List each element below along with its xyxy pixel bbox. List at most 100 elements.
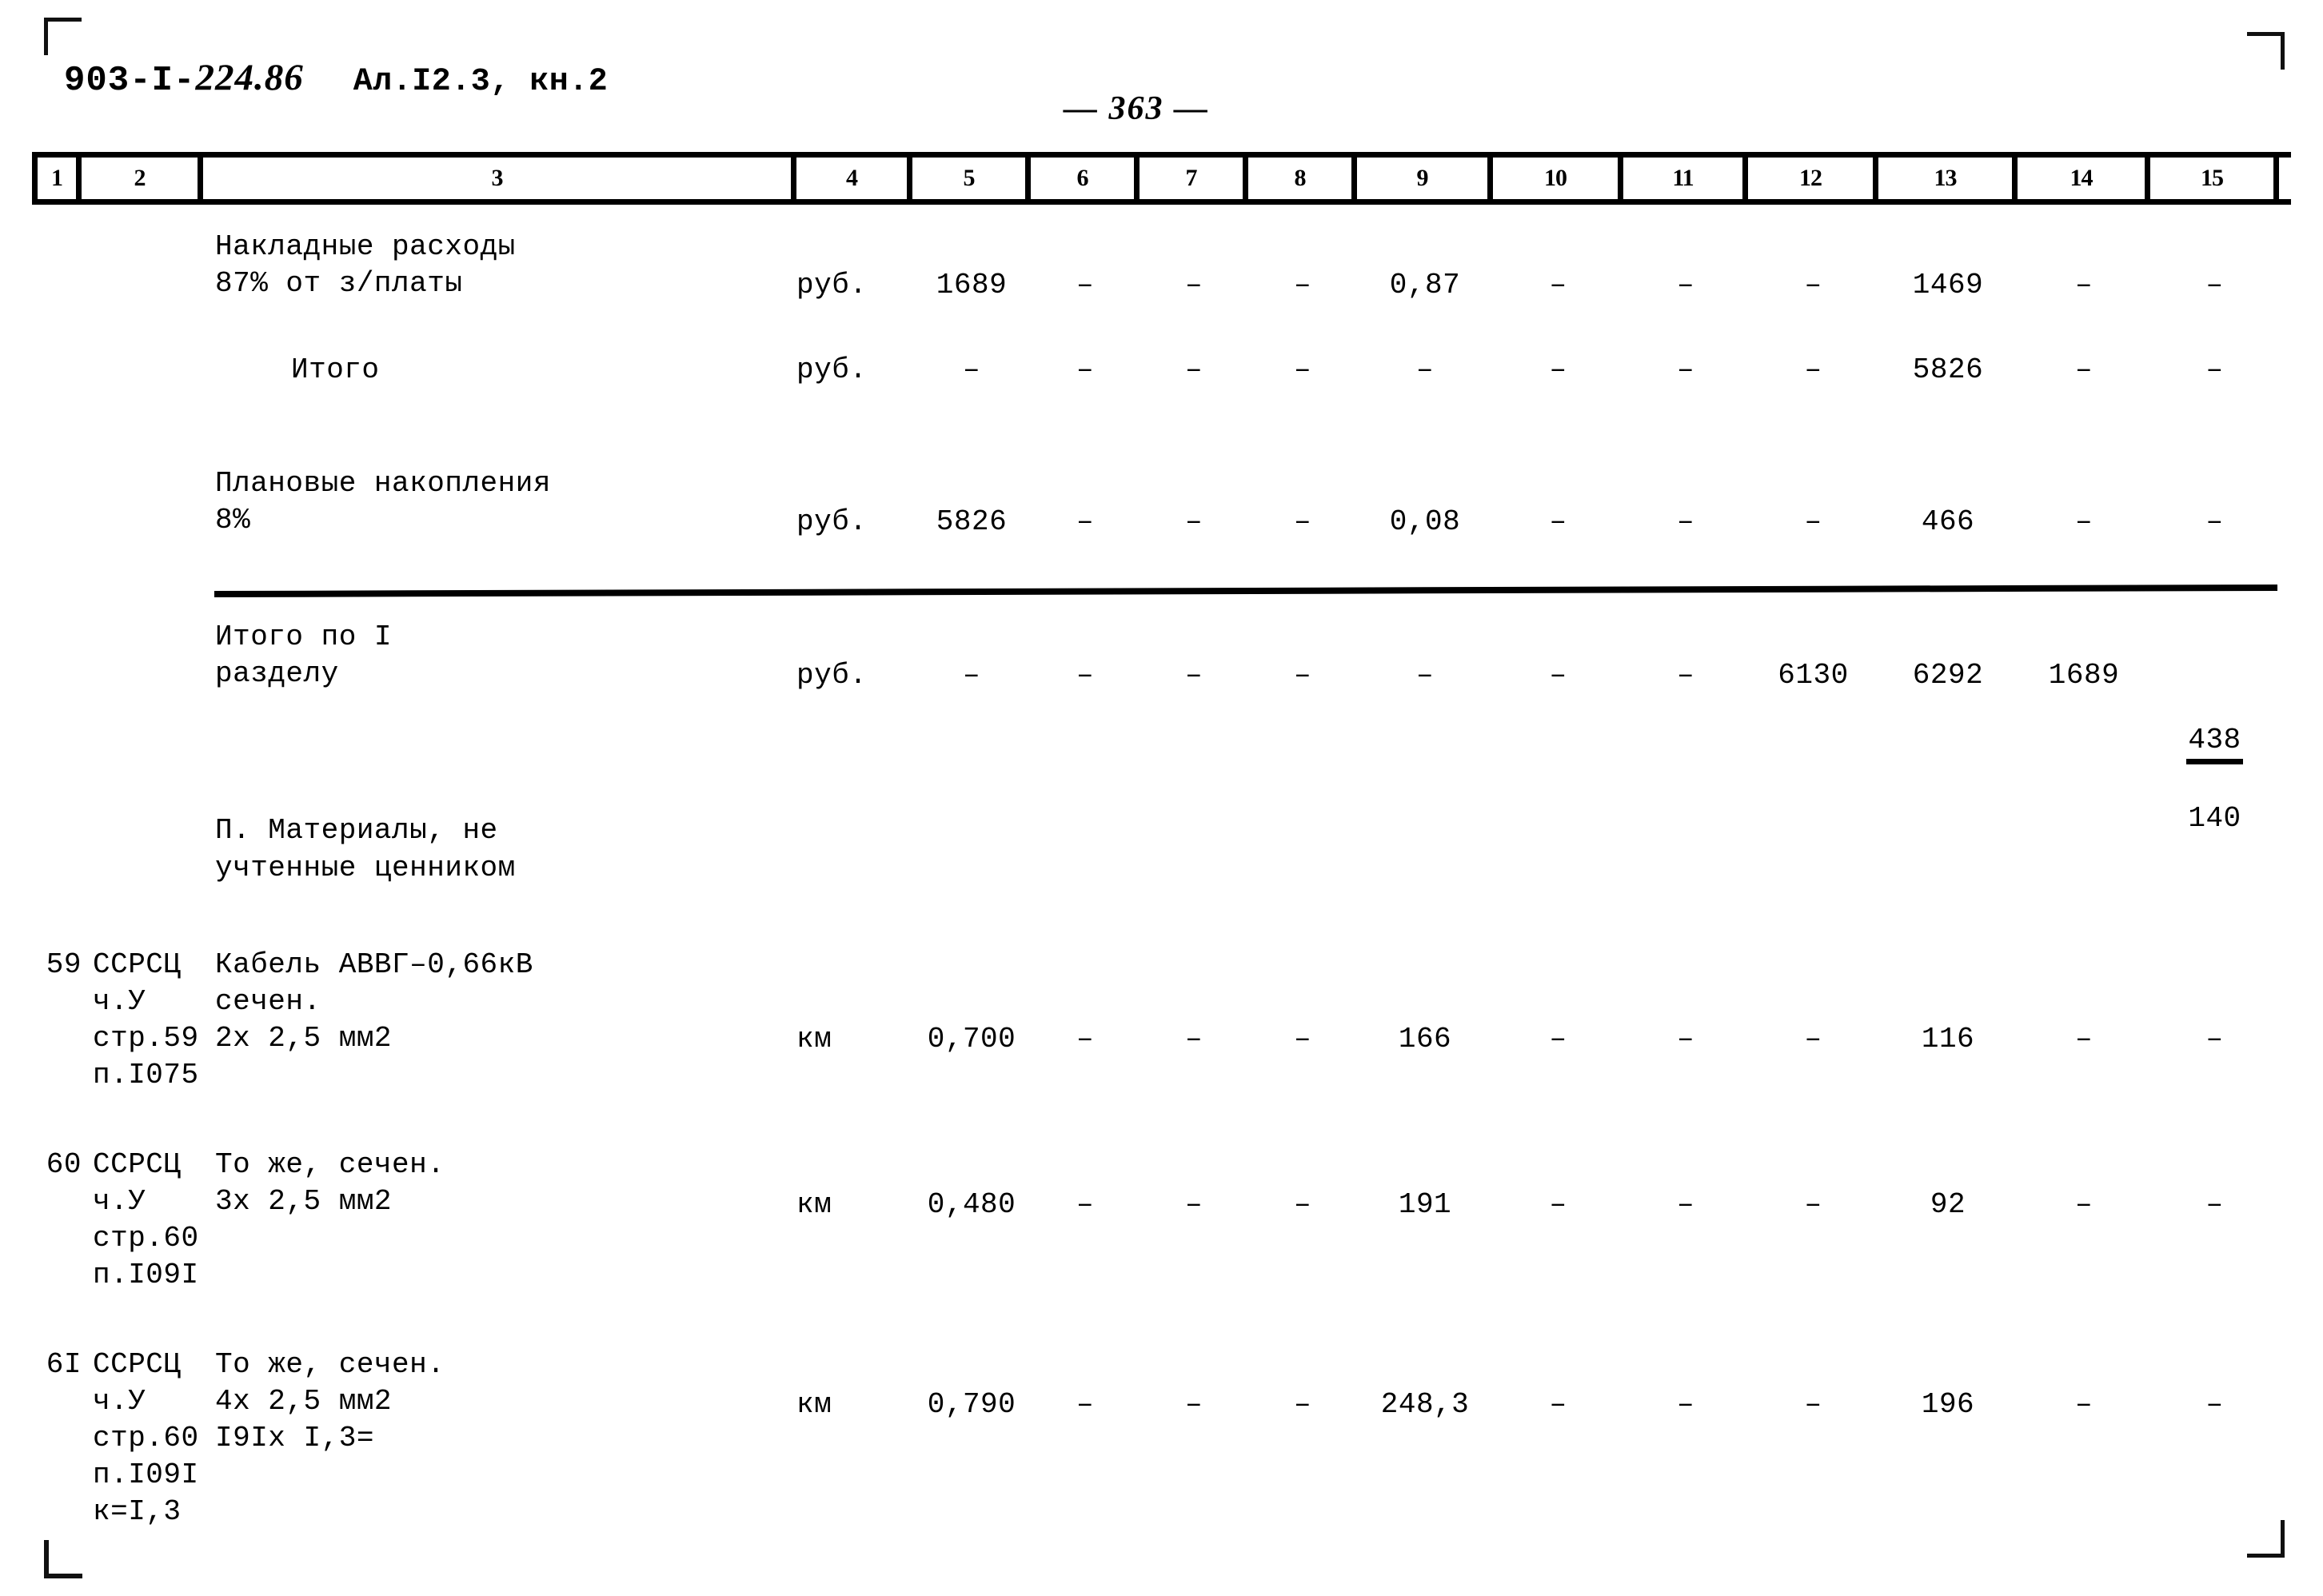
value-col-10: –: [1549, 269, 1567, 301]
value-col-15: –: [2205, 269, 2224, 301]
source-reference: ССРСЦ ч.У стр.60 п.I09I к=I,3: [93, 1347, 199, 1528]
value-col-6: –: [1076, 1387, 1095, 1421]
value-col-8: –: [1293, 1387, 1312, 1421]
column-number-15: 15: [2150, 158, 2279, 199]
column-number-1: 1: [32, 158, 82, 199]
unit-of-measure: км: [796, 1022, 832, 1055]
value-col-9: –: [1415, 659, 1435, 692]
column-number-12: 12: [1748, 158, 1878, 199]
table-row: Накладные расходы 87% от з/платы руб. 16…: [32, 227, 2291, 317]
value-col-8: –: [1293, 1022, 1312, 1055]
table-row: 59 ССРСЦ ч.У стр.59 п.I075 Кабель АВВГ–0…: [32, 945, 2291, 1129]
work-description: То же, сечен. 3х 2,5 мм2: [215, 1147, 445, 1218]
value-col-6: –: [1076, 1187, 1095, 1221]
value-col-13: 6292: [1912, 659, 1984, 692]
row-number: 59: [46, 948, 82, 981]
page-number: — 363 —: [1064, 90, 1209, 127]
value-col-6: –: [1076, 1022, 1095, 1055]
row-number: 6I: [46, 1347, 82, 1381]
value-col-7: –: [1184, 505, 1203, 538]
column-number-8: 8: [1248, 158, 1357, 199]
value-col-9: 0,08: [1389, 505, 1461, 538]
value-col-14: –: [2074, 269, 2093, 301]
value-col-5: 1689: [936, 269, 1008, 301]
value-col-6: –: [1076, 505, 1095, 538]
unit-of-measure: км: [796, 1387, 832, 1421]
unit-of-measure: руб.: [796, 659, 868, 692]
value-col-11: –: [1676, 505, 1695, 538]
column-number-4: 4: [796, 158, 912, 199]
value-col-10: –: [1549, 1187, 1567, 1221]
column-number-2: 2: [82, 158, 203, 199]
value-col-9: 0,87: [1389, 269, 1461, 301]
value-col-5: 0,700: [927, 1022, 1016, 1055]
table-row: Итого по I разделу руб. – – – – – – – 61…: [32, 617, 2291, 835]
value-col-13: 116: [1921, 1022, 1975, 1055]
value-col-9: 191: [1398, 1187, 1452, 1221]
value-col-5: –: [962, 353, 981, 386]
unit-of-measure: руб.: [796, 353, 868, 386]
value-col-8: –: [1293, 1187, 1312, 1221]
table-body: Накладные расходы 87% от з/платы руб. 16…: [32, 216, 2291, 1553]
project-code-revision: 224.86: [195, 57, 304, 98]
work-description: Итого по I разделу: [215, 620, 393, 691]
spacer-col-1: [32, 812, 82, 814]
row-number: [32, 464, 82, 465]
value-col-11: –: [1676, 659, 1695, 692]
column-number-9: 9: [1357, 158, 1493, 199]
value-col-12: –: [1804, 353, 1822, 386]
value-col-11: –: [1676, 269, 1695, 301]
value-col-5: 0,790: [927, 1387, 1016, 1421]
unit-of-measure: руб.: [796, 269, 868, 301]
table-row: 6I ССРСЦ ч.У стр.60 п.I09I к=I,3 То же, …: [32, 1345, 2291, 1553]
project-code: 903-I-: [64, 61, 196, 101]
section-heading-row: П. Материалы, не учтенные ценником: [32, 812, 2291, 888]
value-col-12: 6130: [1778, 659, 1849, 692]
value-col-7: –: [1184, 1387, 1203, 1421]
document-page: 903-I-224.86 Ал.I2.3, кн.2 — 363 — 1 2 3 …: [0, 0, 2323, 1596]
value-col-10: –: [1549, 353, 1567, 386]
value-col-8: –: [1293, 353, 1312, 386]
work-description: Накладные расходы 87% от з/платы: [215, 230, 516, 301]
value-col-11: –: [1676, 353, 1695, 386]
value-col-15: –: [2205, 353, 2224, 386]
value-col-13: 1469: [1912, 269, 1984, 301]
value-col-7: –: [1184, 353, 1203, 386]
column-number-10: 10: [1493, 158, 1623, 199]
value-col-15: –: [2205, 505, 2224, 538]
value-col-14: –: [2074, 1387, 2093, 1421]
row-number: [32, 350, 82, 352]
work-description: То же, сечен. 4х 2,5 мм2 I9Iх I,3=: [215, 1347, 445, 1454]
value-col-5: 5826: [936, 505, 1008, 538]
value-col-12: –: [1804, 1187, 1822, 1221]
spacer-col-2: [82, 812, 203, 814]
value-col-7: –: [1184, 659, 1203, 692]
value-col-6: –: [1076, 269, 1095, 301]
value-col-10: –: [1549, 1387, 1567, 1421]
column-number-row: 1 2 3 4 5 6 7 8 9 10 11 12 13 14 15: [32, 152, 2291, 205]
value-col-7: –: [1184, 269, 1203, 301]
source-reference: [82, 227, 203, 229]
column-number-14: 14: [2018, 158, 2150, 199]
value-col-8: –: [1293, 505, 1312, 538]
album-reference: Ал.I2.3, кн.2: [353, 64, 609, 100]
section-heading: П. Материалы, не учтенные ценником: [215, 814, 516, 884]
value-col-15: –: [2205, 1187, 2224, 1221]
table-row: Плановые накопления 8% руб. 5826 – – – 0…: [32, 464, 2291, 553]
value-col-14: –: [2074, 1187, 2093, 1221]
column-number-7: 7: [1140, 158, 1248, 199]
crop-mark-top-left: [44, 18, 82, 55]
column-number-5: 5: [912, 158, 1031, 199]
work-description: Кабель АВВГ–0,66кВ сечен. 2х 2,5 мм2: [215, 948, 533, 1055]
value-col-13: 466: [1921, 505, 1975, 538]
value-col-15: –: [2205, 1387, 2224, 1421]
value-col-12: –: [1804, 1387, 1822, 1421]
value-col-13: 196: [1921, 1387, 1975, 1421]
value-col-6: –: [1076, 353, 1095, 386]
source-reference: [82, 350, 203, 352]
value-col-14: –: [2074, 353, 2093, 386]
row-number: [32, 617, 82, 619]
column-number-3: 3: [203, 158, 796, 199]
table-row: Итого руб. – – – – – – – – 5826 – –: [32, 350, 2291, 430]
value-col-5: 0,480: [927, 1187, 1016, 1221]
